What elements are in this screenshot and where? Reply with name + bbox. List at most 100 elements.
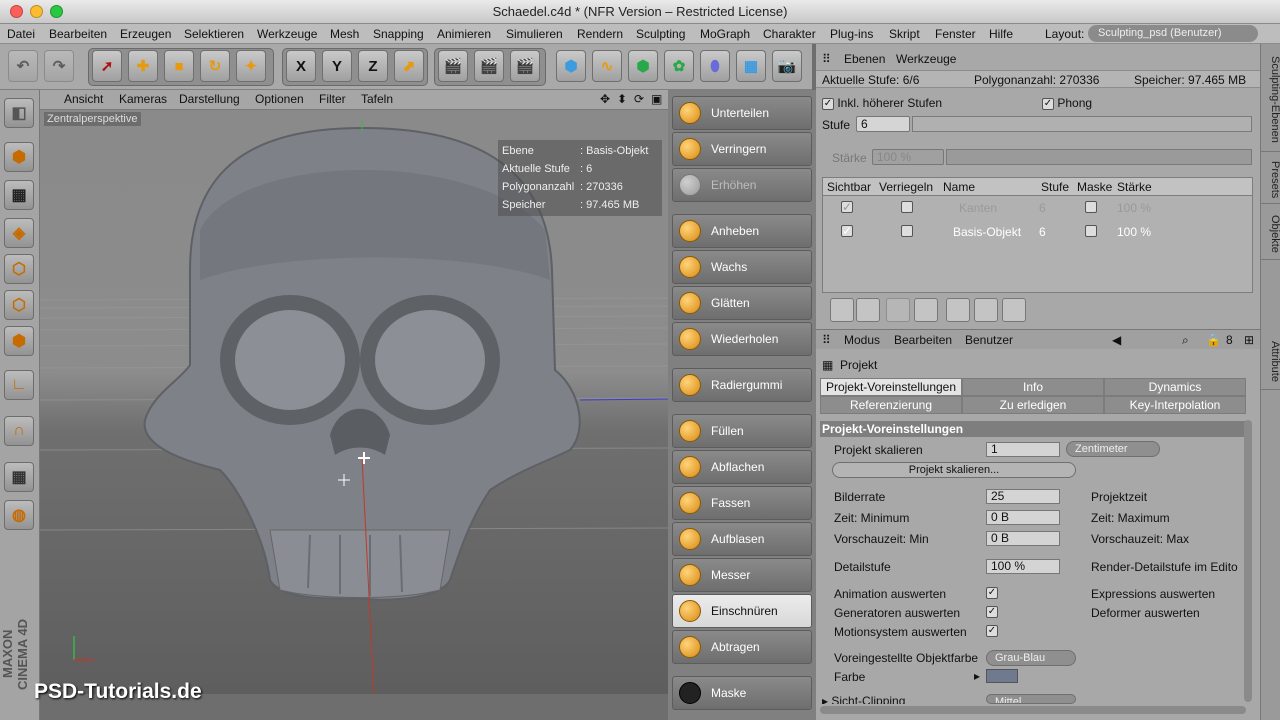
object-color-dropdown[interactable]: Grau-Blau [986, 650, 1076, 666]
tab-key-interpolation[interactable]: Key-Interpolation [1104, 396, 1246, 414]
live-selection-icon[interactable]: ✦ [236, 50, 266, 82]
menu-bearbeiten[interactable]: Bearbeiten [49, 27, 107, 41]
zoom-view-icon[interactable]: ⬍ [617, 92, 627, 106]
rotate-tool-icon[interactable]: ↻ [200, 50, 230, 82]
mask-checkbox[interactable] [1085, 201, 1097, 213]
scale-project-field[interactable]: 1 [986, 442, 1060, 457]
polygons-mode-icon[interactable]: ⬢ [4, 326, 34, 356]
workplane-lock-icon[interactable]: ▦ [4, 462, 34, 492]
delete-icon[interactable] [886, 298, 910, 322]
array-icon[interactable]: ✿ [664, 50, 694, 82]
texture-mode-icon[interactable]: ▦ [4, 180, 34, 210]
brush-verringern-button[interactable]: Verringern [672, 132, 812, 166]
deformer-icon[interactable]: ⬮ [700, 50, 730, 82]
menu-fenster[interactable]: Fenster [935, 27, 976, 41]
frame-rate-field[interactable]: 25 [986, 489, 1060, 504]
redo-icon[interactable]: ↷ [44, 50, 74, 82]
brush-unterteilen-button[interactable]: Unterteilen [672, 96, 812, 130]
side-tab-objects[interactable]: Objekte [1261, 204, 1280, 260]
include-higher-levels-checkbox[interactable]: ✓ Inkl. höherer Stufen [822, 96, 942, 110]
color-swatch[interactable] [986, 669, 1018, 683]
menu-plugins[interactable]: Plug-ins [830, 27, 873, 41]
detail-level-field[interactable]: 100 % [986, 559, 1060, 574]
vp-menu-kameras[interactable]: Kameras [119, 92, 167, 106]
menu-rendern[interactable]: Rendern [577, 27, 623, 41]
vp-menu-ansicht[interactable]: Ansicht [64, 92, 103, 106]
eval-animation-checkbox[interactable]: ✓ [986, 587, 998, 599]
axis-mode-icon[interactable]: ∟ [4, 370, 34, 400]
brush-radiergummi-button[interactable]: Radiergummi [672, 368, 812, 402]
layout-dropdown[interactable]: Sculpting_psd (Benutzer) [1088, 25, 1258, 42]
add-folder-icon[interactable] [856, 298, 880, 322]
preview-min-field[interactable]: 0 B [986, 531, 1060, 546]
toggle-view-icon[interactable]: ▣ [651, 92, 662, 106]
link-icon[interactable]: 8 [1226, 333, 1233, 347]
clipping-dropdown[interactable]: Mittel [986, 694, 1076, 704]
vertical-scrollbar[interactable] [1244, 420, 1252, 702]
phong-checkbox[interactable]: ✓ Phong [1042, 96, 1092, 110]
back-arrow-icon[interactable]: ◀ [1112, 333, 1121, 347]
menu-snapping[interactable]: Snapping [373, 27, 424, 41]
planar-workplane-icon[interactable]: ◍ [4, 500, 34, 530]
expand-arrow-icon[interactable]: ▸ [974, 669, 980, 683]
menu-charakter[interactable]: Charakter [763, 27, 816, 41]
tab-ebenen[interactable]: Ebenen [844, 52, 885, 66]
brush-einschnueren-button[interactable]: Einschnüren [672, 594, 812, 628]
lock-checkbox[interactable] [901, 201, 913, 213]
coordinate-system-icon[interactable]: ⬈ [394, 50, 424, 82]
brush-anheben-button[interactable]: Anheben [672, 214, 812, 248]
menu-animieren[interactable]: Animieren [437, 27, 491, 41]
undo-icon[interactable]: ↶ [8, 50, 38, 82]
menu-simulieren[interactable]: Simulieren [506, 27, 563, 41]
visible-checkbox[interactable]: ✓ [841, 225, 853, 237]
eval-generators-checkbox[interactable]: ✓ [986, 606, 998, 618]
render-settings-icon[interactable]: 🎬 [510, 50, 540, 82]
brush-wachs-button[interactable]: Wachs [672, 250, 812, 284]
brush-wiederholen-button[interactable]: Wiederholen [672, 322, 812, 356]
brush-glaetten-button[interactable]: Glätten [672, 286, 812, 320]
y-axis-lock-button[interactable]: Y [322, 50, 352, 82]
brush-erhoehen-button[interactable]: Erhöhen [672, 168, 812, 202]
side-tab-attributes[interactable]: Attribute [1261, 330, 1280, 390]
render-picture-viewer-icon[interactable]: 🎬 [474, 50, 504, 82]
grip-icon[interactable]: ⠿ [822, 333, 831, 347]
3d-viewport[interactable]: Zentralperspektive Ebene: Basis-Objekt A… [40, 110, 668, 694]
brush-maske-button[interactable]: Maske [672, 676, 812, 710]
floor-icon[interactable]: ▦ [736, 50, 766, 82]
min-time-field[interactable]: 0 B [986, 510, 1060, 525]
side-tab-sculpting-layers[interactable]: Sculpting-Ebenen [1261, 44, 1280, 152]
make-editable-icon[interactable]: ◧ [4, 98, 34, 128]
spline-icon[interactable]: ∿ [592, 50, 622, 82]
grip-icon[interactable]: ⠿ [822, 52, 831, 66]
attr-menu-modus[interactable]: Modus [844, 333, 880, 347]
snap-magnet-icon[interactable]: ∩ [4, 416, 34, 446]
move-tool-icon[interactable]: ✚ [128, 50, 158, 82]
menu-sculpting[interactable]: Sculpting [636, 27, 685, 41]
search-icon[interactable]: ⌕ [1182, 333, 1189, 348]
z-axis-lock-button[interactable]: Z [358, 50, 388, 82]
tab-zu-erledigen[interactable]: Zu erledigen [962, 396, 1104, 414]
table-row[interactable]: ✓ Basis-Objekt 6 100 % [823, 222, 1252, 242]
menu-selektieren[interactable]: Selektieren [184, 27, 244, 41]
new-panel-icon[interactable]: ⊞ [1244, 333, 1254, 347]
vp-menu-filter[interactable]: Filter [319, 92, 346, 106]
attr-menu-bearbeiten[interactable]: Bearbeiten [894, 333, 952, 347]
render-view-icon[interactable]: 🎬 [438, 50, 468, 82]
menu-erzeugen[interactable]: Erzeugen [120, 27, 171, 41]
strength-field[interactable]: 100 % [872, 149, 944, 165]
mask-checkbox[interactable] [1085, 225, 1097, 237]
lock-checkbox[interactable] [901, 225, 913, 237]
model-mode-icon[interactable]: ⬢ [4, 142, 34, 172]
scale-tool-icon[interactable]: ■ [164, 50, 194, 82]
add-layer-icon[interactable] [830, 298, 854, 322]
visible-checkbox[interactable]: ✓ [841, 201, 853, 213]
attr-menu-benutzer[interactable]: Benutzer [965, 333, 1013, 347]
x-axis-lock-button[interactable]: X [286, 50, 316, 82]
menu-mograph[interactable]: MoGraph [700, 27, 750, 41]
cube-primitive-icon[interactable]: ⬢ [556, 50, 586, 82]
nurbs-icon[interactable]: ⬢ [628, 50, 658, 82]
menu-mesh[interactable]: Mesh [330, 27, 359, 41]
tab-referenzierung[interactable]: Referenzierung [820, 396, 962, 414]
tab-info[interactable]: Info [962, 378, 1104, 396]
vp-menu-darstellung[interactable]: Darstellung [179, 92, 240, 106]
